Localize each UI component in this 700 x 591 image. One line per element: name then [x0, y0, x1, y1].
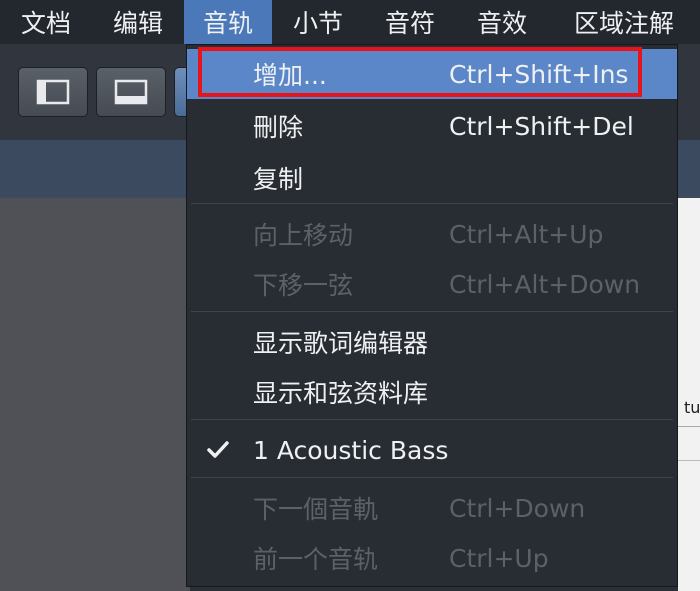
- menu-document[interactable]: 文档: [0, 0, 92, 44]
- left-panel-icon: [36, 79, 70, 105]
- menu-edit[interactable]: 编辑: [92, 0, 184, 44]
- menu-item-label: 前一个音轨: [253, 545, 379, 574]
- menu-item-label: 刪除: [253, 113, 304, 142]
- menu-item-track-acoustic-bass[interactable]: 1 Acoustic Bass: [187, 425, 677, 475]
- score-area: [678, 198, 700, 591]
- menu-item-shortcut: Ctrl+Alt+Up: [449, 219, 604, 249]
- bottom-panel-icon: [114, 79, 148, 105]
- menu-bar-measure[interactable]: 小节: [272, 0, 364, 44]
- menu-separator: [191, 311, 673, 312]
- checkmark-icon: [207, 441, 229, 458]
- menu-note[interactable]: 音符: [364, 0, 456, 44]
- menu-item-previous-track[interactable]: 前一个音轨 Ctrl+Up: [187, 533, 677, 583]
- menu-track[interactable]: 音轨: [184, 0, 272, 44]
- menu-item-move-up[interactable]: 向上移动 Ctrl+Alt+Up: [187, 209, 677, 259]
- score-divider: [678, 460, 700, 461]
- toggle-bottom-panel-button[interactable]: [96, 67, 166, 117]
- left-panel: [0, 198, 190, 591]
- menu-item-move-down[interactable]: 下移一弦 Ctrl+Alt+Down: [187, 259, 677, 309]
- menu-item-label: 下移一弦: [253, 271, 354, 300]
- menu-item-label: 显示和弦资料库: [253, 379, 429, 408]
- menu-section-annotation[interactable]: 区域注解: [548, 0, 700, 44]
- menu-separator: [191, 477, 673, 478]
- menu-separator: [191, 419, 673, 420]
- menu-item-show-lyrics-editor[interactable]: 显示歌词编辑器: [187, 317, 677, 367]
- menu-separator: [191, 203, 673, 204]
- menu-item-shortcut: Ctrl+Down: [449, 493, 586, 523]
- menu-item-shortcut: Ctrl+Up: [449, 543, 549, 573]
- menu-item-next-track[interactable]: 下一個音軌 Ctrl+Down: [187, 483, 677, 533]
- menu-bar: 文档 编辑 音轨 小节 音符 音效 区域注解: [0, 0, 700, 44]
- score-partial-text: tu: [684, 398, 700, 417]
- app-window: 文档 编辑 音轨 小节 音符 音效 区域注解 tu 增加... Ctrl+Shi…: [0, 0, 700, 591]
- menu-item-shortcut: Ctrl+Shift+Del: [449, 111, 634, 141]
- menu-item-label: 向上移动: [253, 221, 354, 250]
- menu-effects[interactable]: 音效: [456, 0, 548, 44]
- menu-item-label: 下一個音軌: [253, 495, 379, 524]
- menu-item-shortcut: Ctrl+Alt+Down: [449, 269, 641, 299]
- menu-item-label: 显示歌词编辑器: [253, 329, 429, 358]
- menu-item-label: 复制: [253, 165, 304, 194]
- track-menu-dropdown: 增加... Ctrl+Shift+Ins 刪除 Ctrl+Shift+Del 复…: [186, 44, 678, 587]
- toggle-left-panel-button[interactable]: [18, 67, 88, 117]
- menu-item-label: 1 Acoustic Bass: [253, 435, 449, 465]
- highlight-annotation-box: [198, 47, 642, 97]
- menu-item-show-chord-library[interactable]: 显示和弦资料库: [187, 367, 677, 417]
- score-divider: [678, 426, 700, 427]
- menu-item-duplicate-track[interactable]: 复制: [187, 153, 677, 203]
- menu-item-delete-track[interactable]: 刪除 Ctrl+Shift+Del: [187, 101, 677, 151]
